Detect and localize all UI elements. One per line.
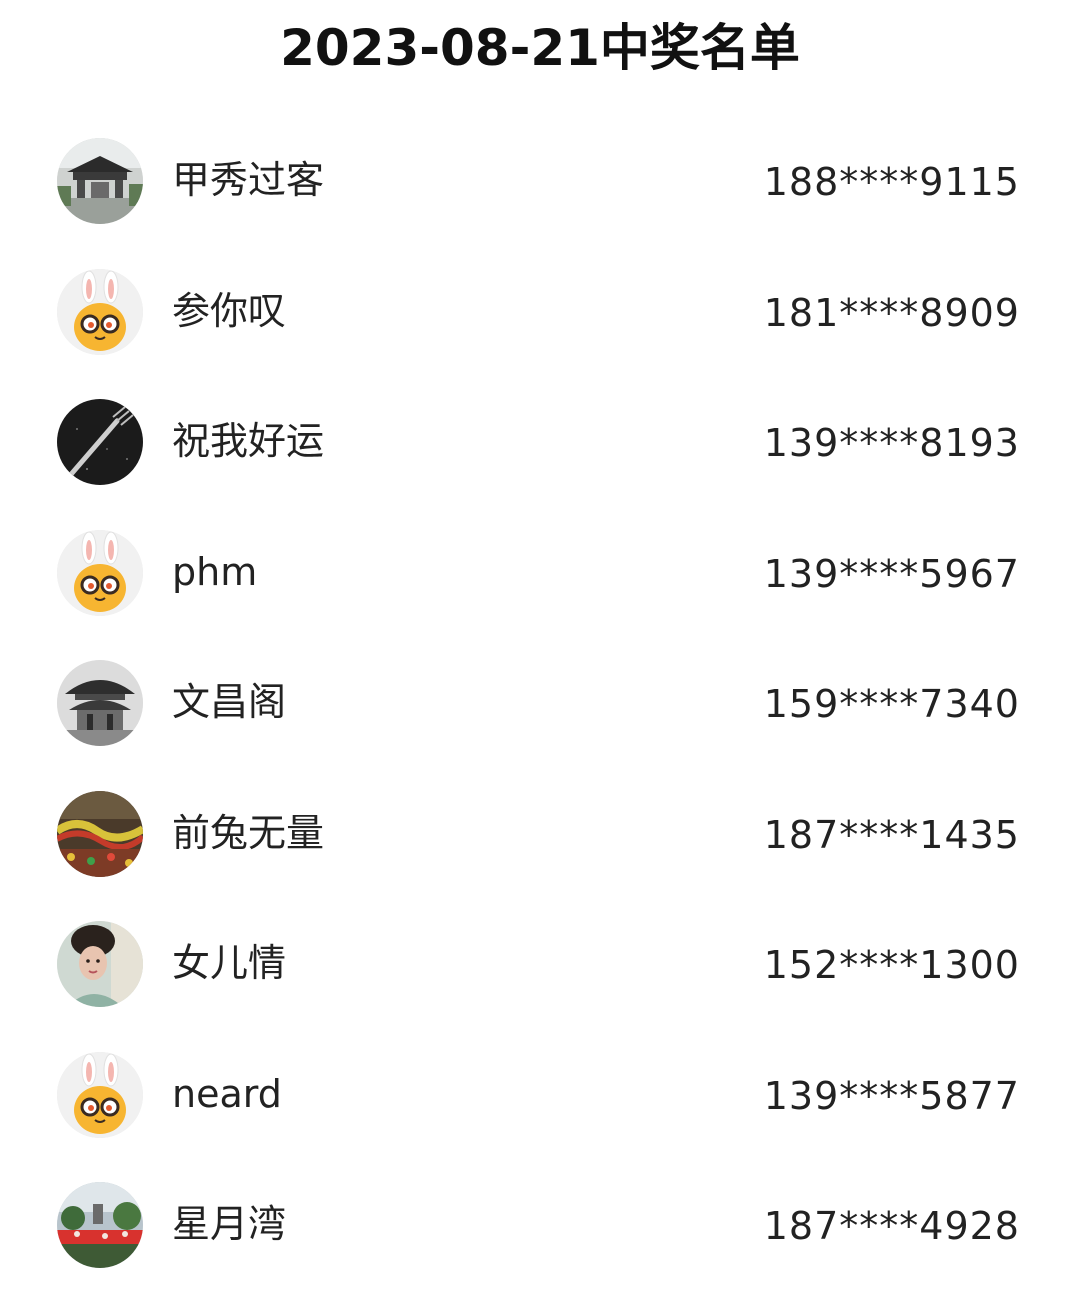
winner-name: neard	[172, 1071, 282, 1116]
winner-phone: 139****8193	[763, 421, 1020, 465]
rabbit-mascot-avatar	[57, 529, 143, 616]
page-title: 2023-08-21中奖名单	[280, 19, 800, 77]
list-item: 参你叹 181****8909	[0, 247, 1080, 378]
winner-phone: 187****1435	[763, 812, 1020, 857]
winner-name: 星月湾	[172, 1202, 287, 1246]
winner-phone: 139****5877	[763, 1073, 1020, 1118]
rabbit-mascot-avatar	[57, 268, 143, 355]
list-item: phm 139****5967	[0, 508, 1080, 639]
list-item: 甲秀过客 188****9115	[0, 116, 1080, 247]
list-item: 女儿情 152****1300	[0, 899, 1080, 1030]
garden-photo-avatar	[57, 1182, 143, 1268]
rabbit-mascot-avatar	[57, 1051, 143, 1138]
list-item: 祝我好运 139****8193	[0, 377, 1080, 508]
list-item: neard 139****5877	[0, 1030, 1080, 1161]
photo-gate-avatar	[57, 138, 143, 224]
list-item: 星月湾 187****4928	[0, 1160, 1080, 1291]
winner-list: 甲秀过客 188****9115 参你叹 181****8909 祝我好运 13…	[0, 116, 1080, 1291]
winner-name: 文昌阁	[172, 680, 287, 724]
winner-phone: 139****5967	[763, 551, 1020, 596]
portrait-photo-avatar	[57, 921, 143, 1007]
winner-phone: 152****1300	[763, 943, 1020, 987]
winner-name: 祝我好运	[172, 419, 325, 463]
winner-name: 女儿情	[172, 941, 287, 985]
list-item: 前兔无量 187****1435	[0, 769, 1080, 900]
winner-name: 前兔无量	[172, 810, 325, 855]
list-item: 文昌阁 159****7340	[0, 638, 1080, 769]
pavilion-photo-avatar	[57, 660, 143, 746]
winner-phone: 188****9115	[763, 160, 1020, 204]
winner-phone: 181****8909	[763, 290, 1020, 335]
dragon-dance-avatar	[57, 790, 143, 877]
winner-name: 甲秀过客	[172, 158, 325, 202]
winner-name: phm	[172, 549, 258, 594]
winner-phone: 187****4928	[763, 1204, 1020, 1248]
winner-name: 参你叹	[172, 288, 287, 333]
dark-fork-avatar	[57, 399, 143, 485]
winner-phone: 159****7340	[763, 682, 1020, 726]
